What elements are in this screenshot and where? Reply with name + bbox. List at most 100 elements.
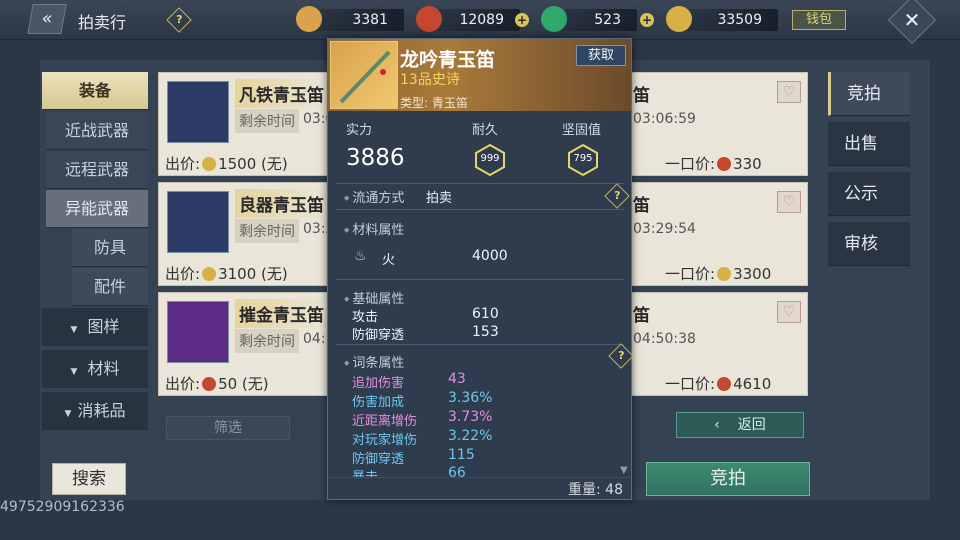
gold-coin-icon bbox=[296, 6, 322, 32]
acquire-button[interactable]: 获取 bbox=[576, 45, 626, 66]
wallet-button[interactable]: 钱包 bbox=[792, 10, 846, 30]
item-name: 摧金青玉笛 bbox=[235, 299, 328, 328]
currency-value: 523 bbox=[594, 12, 621, 28]
sidebar-item-armor[interactable]: 防具 bbox=[72, 229, 148, 267]
sidebar-item-materials[interactable]: ▼ 材料 bbox=[42, 350, 148, 388]
item-name-tail: 笛 bbox=[633, 86, 650, 106]
base-attr-name: 攻击 bbox=[352, 310, 379, 325]
divider bbox=[336, 279, 624, 280]
currency-value: 33509 bbox=[717, 12, 762, 28]
back-arrow-icon: « bbox=[39, 8, 55, 29]
back-button[interactable]: « bbox=[27, 4, 67, 34]
time-left-full: 04:50:38 bbox=[633, 331, 696, 347]
tab-review[interactable]: 审核 bbox=[828, 222, 910, 266]
affix-value: 43 bbox=[448, 371, 466, 387]
material-attr-value: 4000 bbox=[472, 248, 508, 264]
affix-value: 3.22% bbox=[448, 428, 493, 444]
currency-gold-leaf: 33509 bbox=[666, 6, 778, 32]
time-label: 剩余时间 bbox=[235, 329, 299, 353]
red-token-icon bbox=[717, 157, 732, 171]
help-icon[interactable]: ? bbox=[166, 7, 192, 33]
buyout-price: 一口价: 330 bbox=[665, 155, 762, 173]
tab-public[interactable]: 公示 bbox=[828, 172, 910, 216]
tab-sell[interactable]: 出售 bbox=[828, 122, 910, 166]
gold-leaf-icon bbox=[717, 267, 732, 281]
sidebar-item-consumables[interactable]: ▼ 消耗品 bbox=[42, 392, 148, 430]
search-button[interactable]: 搜索 bbox=[52, 463, 126, 495]
jade-icon bbox=[541, 6, 567, 32]
currency-value: 12089 bbox=[459, 12, 504, 28]
bid-price: 出价: 50 (无) bbox=[165, 375, 269, 393]
add-jade-icon[interactable]: + bbox=[640, 13, 654, 27]
affix-name: 防御穿透 bbox=[352, 452, 405, 467]
time-label: 剩余时间 bbox=[235, 109, 299, 133]
tab-bid[interactable]: 竞拍 bbox=[828, 72, 910, 116]
durability-hex-icon: 999 bbox=[473, 143, 507, 177]
top-bar: « 拍卖行 ? 3381 12089 + 523 + 33509 钱包 ✕ bbox=[0, 0, 960, 45]
base-attr-value: 153 bbox=[472, 324, 499, 340]
toughness-label: 坚固值 bbox=[562, 123, 602, 138]
affix-name: 追加伤害 bbox=[352, 376, 405, 391]
return-button[interactable]: ‹ 返回 bbox=[676, 412, 804, 438]
sidebar-item-accessory[interactable]: 配件 bbox=[72, 268, 148, 306]
red-token-icon bbox=[202, 377, 217, 391]
gold-leaf-icon bbox=[202, 157, 217, 171]
affix-value: 115 bbox=[448, 447, 475, 463]
sidebar-item-ranged[interactable]: 远程武器 bbox=[46, 151, 148, 189]
gold-leaf-icon bbox=[202, 267, 217, 281]
favorite-heart-icon[interactable]: ♡ bbox=[777, 191, 801, 213]
scroll-down-icon[interactable]: ▼ bbox=[620, 465, 628, 476]
close-button[interactable]: ✕ bbox=[887, 0, 937, 45]
affix-name: 伤害加成 bbox=[352, 395, 405, 410]
affix-value: 3.36% bbox=[448, 390, 493, 406]
power-label: 实力 bbox=[346, 123, 373, 138]
item-type: 类型: 青玉笛 bbox=[400, 96, 468, 110]
flute-icon bbox=[167, 301, 229, 363]
toughness-hex-icon: 795 bbox=[566, 143, 600, 177]
time-left-full: 03:06:59 bbox=[633, 111, 696, 127]
flute-icon bbox=[167, 81, 229, 143]
time-label: 剩余时间 bbox=[235, 219, 299, 243]
gold-leaf-icon bbox=[666, 6, 692, 32]
currency-jade: 523 bbox=[541, 6, 637, 32]
add-red-token-icon[interactable]: + bbox=[515, 13, 529, 27]
divider bbox=[336, 209, 624, 210]
bid-button[interactable]: 竞拍 bbox=[646, 462, 810, 496]
item-title: 龙吟青玉笛 bbox=[400, 49, 496, 71]
filter-button[interactable]: 筛选 bbox=[166, 416, 290, 440]
power-value: 3886 bbox=[346, 145, 405, 171]
back-arrow-icon: ‹ bbox=[714, 417, 720, 433]
red-token-icon bbox=[416, 6, 442, 32]
help-icon[interactable]: ? bbox=[608, 343, 634, 369]
item-name-tail: 笛 bbox=[633, 196, 650, 216]
item-name: 良器青玉笛 bbox=[235, 189, 328, 218]
affix-name: 对玩家增伤 bbox=[352, 433, 418, 448]
toughness-value: 795 bbox=[573, 153, 593, 164]
sidebar-item-melee[interactable]: 近战武器 bbox=[46, 112, 148, 150]
divider bbox=[336, 183, 624, 184]
popup-header: 龙吟青玉笛 13品史诗 类型: 青玉笛 获取 bbox=[328, 39, 631, 111]
sidebar-item-psionic[interactable]: 异能武器 bbox=[46, 190, 148, 228]
divider bbox=[328, 477, 631, 478]
durability-value: 999 bbox=[480, 153, 500, 164]
buyout-price: 一口价: 4610 bbox=[665, 375, 772, 393]
circulation-label: 流通方式 bbox=[344, 187, 404, 206]
durability-label: 耐久 bbox=[472, 123, 499, 138]
bid-price: 出价: 1500 (无) bbox=[165, 155, 288, 173]
sidebar-item-patterns[interactable]: ▼ 图样 bbox=[42, 308, 148, 346]
buyout-price: 一口价: 3300 bbox=[665, 265, 772, 283]
circulation-value: 拍卖 bbox=[426, 191, 453, 206]
item-grade: 13品史诗 bbox=[400, 72, 460, 88]
sidebar-item-equipment[interactable]: 装备 bbox=[42, 72, 148, 110]
material-attr-name: 火 bbox=[382, 253, 396, 268]
favorite-heart-icon[interactable]: ♡ bbox=[777, 81, 801, 103]
item-name: 凡铁青玉笛 bbox=[235, 79, 328, 108]
material-attr-label: 材料属性 bbox=[344, 219, 404, 238]
item-name-tail: 笛 bbox=[633, 306, 650, 326]
fire-icon: ♨ bbox=[354, 248, 367, 264]
help-icon[interactable]: ? bbox=[604, 183, 630, 209]
flute-icon bbox=[167, 191, 229, 253]
time-left-full: 03:29:54 bbox=[633, 221, 696, 237]
favorite-heart-icon[interactable]: ♡ bbox=[777, 301, 801, 323]
player-id: 49752909162336 bbox=[0, 499, 125, 515]
